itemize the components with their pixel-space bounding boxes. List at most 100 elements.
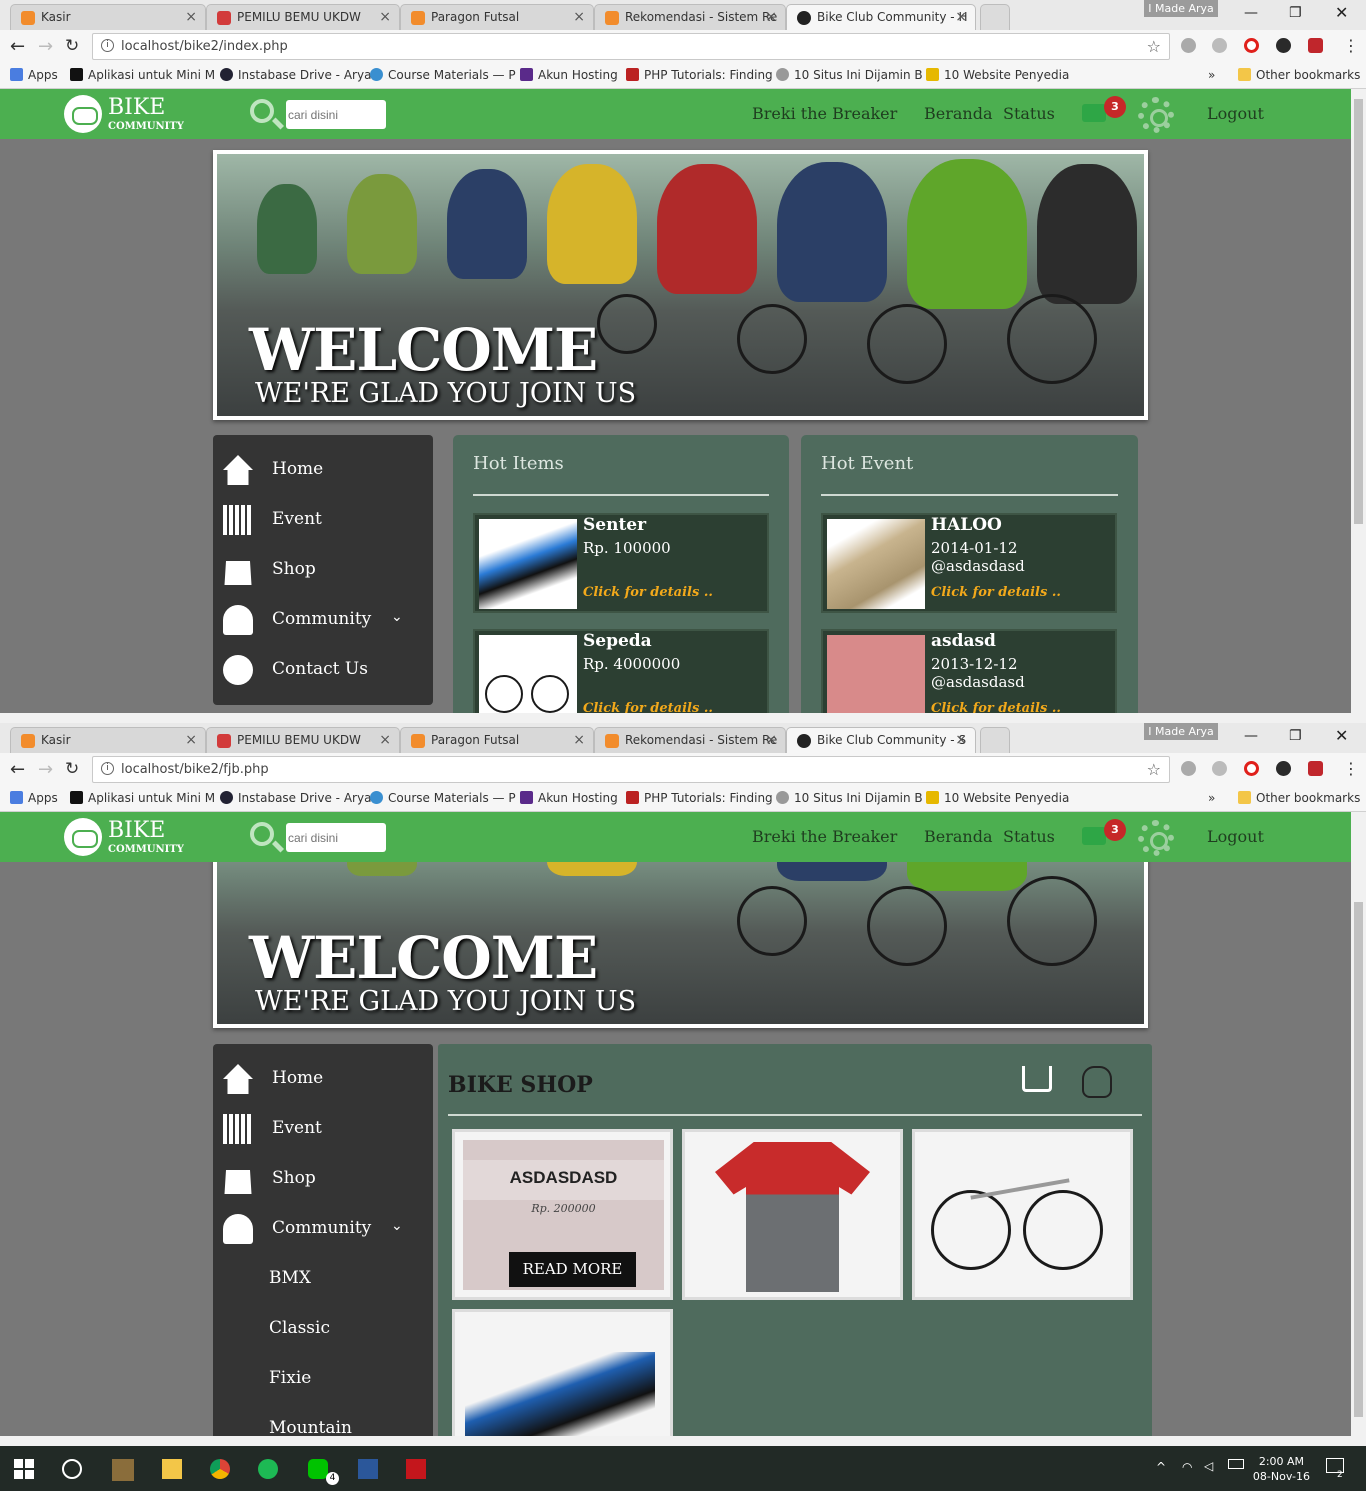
line-icon[interactable] bbox=[308, 1459, 328, 1479]
tab-kasir[interactable]: Kasir × bbox=[10, 727, 206, 753]
product-card[interactable]: ASDASDASD Rp. 200000 READ MORE bbox=[452, 1129, 673, 1300]
tab-bike-club[interactable]: Bike Club Community - H × bbox=[786, 4, 976, 30]
restore-icon[interactable]: ❐ bbox=[1289, 728, 1302, 744]
bookmark-item[interactable]: Akun Hosting bbox=[520, 791, 618, 805]
close-tab-icon[interactable]: × bbox=[379, 732, 391, 748]
search-input[interactable] bbox=[286, 823, 386, 852]
tab-pemilu[interactable]: PEMILU BEMU UKDW × bbox=[206, 4, 400, 30]
extension-icon[interactable] bbox=[1181, 38, 1196, 53]
tab-rekomendasi[interactable]: Rekomendasi - Sistem Re × bbox=[594, 4, 786, 30]
chevron-down-icon[interactable]: ⌄ bbox=[391, 1218, 403, 1234]
hot-event-card[interactable]: HALOO 2014-01-12 @asdasdasd Click for de… bbox=[821, 513, 1117, 613]
tab-paragon[interactable]: Paragon Futsal × bbox=[400, 4, 594, 30]
sidebar-item-shop[interactable]: Shop bbox=[213, 1154, 433, 1204]
word-icon[interactable] bbox=[358, 1459, 378, 1479]
sidebar-item-event[interactable]: Event bbox=[213, 1104, 433, 1154]
windows-start-icon[interactable] bbox=[14, 1459, 34, 1479]
message-icon[interactable] bbox=[1082, 104, 1106, 122]
product-card[interactable] bbox=[682, 1129, 903, 1300]
close-tab-icon[interactable]: × bbox=[573, 9, 585, 25]
close-tab-icon[interactable]: × bbox=[185, 9, 197, 25]
sidebar-subitem-bmx[interactable]: BMX bbox=[213, 1254, 433, 1304]
extension-icon[interactable] bbox=[1181, 761, 1196, 776]
info-icon[interactable]: i bbox=[101, 762, 114, 775]
reload-icon[interactable]: ↻ bbox=[65, 759, 79, 779]
info-icon[interactable]: i bbox=[101, 39, 114, 52]
details-link[interactable]: Click for details .. bbox=[931, 585, 1061, 600]
bike-logo-icon[interactable] bbox=[64, 818, 102, 856]
bookmark-item[interactable]: PHP Tutorials: Finding bbox=[626, 791, 773, 805]
forward-icon[interactable]: → bbox=[38, 36, 53, 57]
bookmark-item[interactable]: 10 Website Penyedia bbox=[926, 68, 1069, 82]
forward-icon[interactable]: → bbox=[38, 759, 53, 780]
tab-bike-club[interactable]: Bike Club Community - S × bbox=[786, 727, 976, 753]
search-input[interactable] bbox=[286, 100, 386, 129]
hot-item-card[interactable]: Sepeda Rp. 4000000 Click for details .. bbox=[473, 629, 769, 723]
sidebar-subitem-classic[interactable]: Classic bbox=[213, 1304, 433, 1354]
bookmark-item[interactable]: 10 Situs Ini Dijamin B bbox=[776, 68, 923, 82]
reload-icon[interactable]: ↻ bbox=[65, 36, 79, 56]
close-window-icon[interactable]: ✕ bbox=[1335, 726, 1348, 745]
other-bookmarks[interactable]: Other bookmarks bbox=[1238, 68, 1360, 82]
extension-icon[interactable] bbox=[1308, 761, 1323, 776]
new-tab-button[interactable] bbox=[980, 727, 1010, 753]
bookmark-item[interactable]: PHP Tutorials: Finding bbox=[626, 68, 773, 82]
money-bag-icon[interactable] bbox=[1082, 1066, 1112, 1098]
product-card[interactable] bbox=[452, 1309, 673, 1446]
extension-icon[interactable] bbox=[1276, 38, 1291, 53]
extension-icon[interactable] bbox=[1308, 38, 1323, 53]
cart-icon[interactable] bbox=[1022, 1066, 1052, 1092]
bookmark-item[interactable]: Akun Hosting bbox=[520, 68, 618, 82]
bike-logo-icon[interactable] bbox=[64, 95, 102, 133]
close-tab-icon[interactable]: × bbox=[379, 9, 391, 25]
tab-pemilu[interactable]: PEMILU BEMU UKDW × bbox=[206, 727, 400, 753]
message-icon[interactable] bbox=[1082, 827, 1106, 845]
wifi-icon[interactable]: ◠ bbox=[1182, 1460, 1192, 1474]
globe-icon[interactable] bbox=[1212, 38, 1227, 53]
file-explorer-icon[interactable] bbox=[162, 1459, 182, 1479]
volume-icon[interactable]: ◁ bbox=[1204, 1459, 1213, 1473]
bookmark-apps[interactable]: Apps bbox=[10, 791, 58, 805]
close-tab-icon[interactable]: × bbox=[185, 732, 197, 748]
nav-status[interactable]: Status bbox=[1003, 104, 1055, 123]
search-icon[interactable] bbox=[250, 822, 274, 846]
bookmark-item[interactable]: Aplikasi untuk Mini M bbox=[70, 68, 215, 82]
nav-beranda[interactable]: Beranda bbox=[924, 827, 993, 846]
url-field[interactable]: i localhost/bike2/index.php ☆ bbox=[92, 33, 1170, 60]
hot-event-card[interactable]: asdasd 2013-12-12 @asdasdasd Click for d… bbox=[821, 629, 1117, 723]
bookmark-item[interactable]: Course Materials — P bbox=[370, 68, 516, 82]
details-link[interactable]: Click for details .. bbox=[583, 585, 713, 600]
hot-item-card[interactable]: Senter Rp. 100000 Click for details .. bbox=[473, 513, 769, 613]
back-icon[interactable]: ← bbox=[10, 36, 25, 57]
logout-link[interactable]: Logout bbox=[1207, 827, 1264, 846]
sidebar-item-community[interactable]: Community ⌄ bbox=[213, 1204, 433, 1254]
bookmark-star-icon[interactable]: ☆ bbox=[1147, 37, 1161, 56]
tab-paragon[interactable]: Paragon Futsal × bbox=[400, 727, 594, 753]
close-window-icon[interactable]: ✕ bbox=[1335, 3, 1348, 22]
close-tab-icon[interactable]: × bbox=[573, 732, 585, 748]
bookmark-item[interactable]: Course Materials — P bbox=[370, 791, 516, 805]
close-tab-icon[interactable]: × bbox=[765, 732, 777, 748]
bookmark-item[interactable]: Instabase Drive - Arya bbox=[220, 791, 371, 805]
tab-rekomendasi[interactable]: Rekomendasi - Sistem Re × bbox=[594, 727, 786, 753]
more-bookmarks-icon[interactable]: » bbox=[1208, 791, 1215, 805]
chrome-icon[interactable] bbox=[210, 1459, 230, 1479]
opera-icon[interactable] bbox=[1244, 38, 1259, 53]
sidebar-item-home[interactable]: Home bbox=[213, 1054, 433, 1104]
sidebar-item-contact[interactable]: Contact Us bbox=[213, 645, 433, 695]
globe-icon[interactable] bbox=[1212, 761, 1227, 776]
extension-icon[interactable] bbox=[1276, 761, 1291, 776]
profile-name[interactable]: I Made Arya bbox=[1144, 723, 1218, 740]
back-icon[interactable]: ← bbox=[10, 759, 25, 780]
bookmark-star-icon[interactable]: ☆ bbox=[1147, 760, 1161, 779]
nav-status[interactable]: Status bbox=[1003, 827, 1055, 846]
chevron-down-icon[interactable]: ⌄ bbox=[391, 609, 403, 625]
url-field[interactable]: i localhost/bike2/fjb.php ☆ bbox=[92, 756, 1170, 783]
profile-name[interactable]: I Made Arya bbox=[1144, 0, 1218, 17]
opera-icon[interactable] bbox=[1244, 761, 1259, 776]
restore-icon[interactable]: ❐ bbox=[1289, 5, 1302, 21]
battery-icon[interactable] bbox=[1228, 1459, 1244, 1469]
system-clock[interactable]: 2:00 AM 08-Nov-16 bbox=[1253, 1454, 1310, 1484]
more-bookmarks-icon[interactable]: » bbox=[1208, 68, 1215, 82]
new-tab-button[interactable] bbox=[980, 4, 1010, 30]
